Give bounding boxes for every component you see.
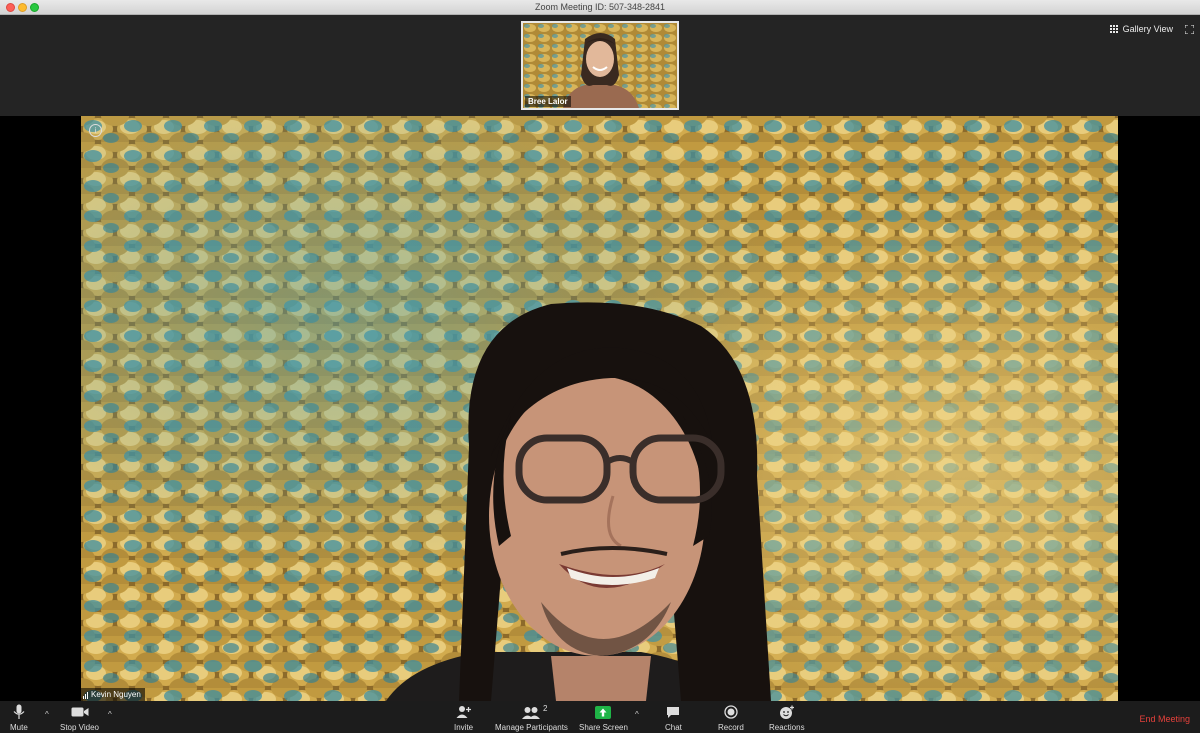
share-options-caret-icon[interactable]: ^ bbox=[635, 710, 639, 719]
speaker-name-tag: Kevin Nguyen bbox=[81, 688, 145, 701]
end-meeting-button[interactable]: End Meeting bbox=[1139, 714, 1190, 724]
record-label: Record bbox=[718, 723, 744, 732]
grid-icon bbox=[1109, 25, 1118, 33]
window-titlebar: Zoom Meeting ID: 507-348-2841 bbox=[0, 0, 1200, 15]
window-title: Zoom Meeting ID: 507-348-2841 bbox=[534, 2, 666, 12]
mute-button[interactable]: Mute bbox=[10, 704, 28, 732]
invite-button[interactable]: Invite bbox=[454, 704, 473, 732]
gallery-view-label: Gallery View bbox=[1122, 24, 1173, 34]
signal-strength-icon bbox=[83, 692, 88, 699]
chat-label: Chat bbox=[665, 723, 682, 732]
microphone-icon bbox=[13, 704, 25, 720]
video-camera-icon bbox=[71, 704, 89, 720]
stop-video-button[interactable]: Stop Video bbox=[60, 704, 99, 732]
fullscreen-icon[interactable] bbox=[1185, 25, 1194, 34]
participant-thumbnail[interactable]: Bree Lalor bbox=[521, 21, 679, 110]
manage-participants-label: Manage Participants bbox=[495, 723, 568, 732]
meeting-toolbar: Mute ^ Stop Video ^ Invite Manage Partic… bbox=[0, 701, 1200, 733]
speaker-video-frame bbox=[81, 116, 1118, 701]
video-options-caret-icon[interactable]: ^ bbox=[108, 710, 112, 719]
active-speaker-video[interactable]: i Kevin Nguyen bbox=[81, 116, 1118, 701]
gallery-view-button[interactable]: Gallery View bbox=[1109, 24, 1173, 34]
smiley-plus-icon bbox=[779, 704, 795, 720]
reactions-label: Reactions bbox=[769, 723, 805, 732]
invite-label: Invite bbox=[454, 723, 474, 732]
record-button[interactable]: Record bbox=[718, 704, 744, 732]
participants-icon bbox=[522, 704, 541, 720]
thumbnail-name-label: Bree Lalor bbox=[525, 96, 571, 107]
stop-video-label: Stop Video bbox=[60, 723, 99, 732]
chat-button[interactable]: Chat bbox=[665, 704, 682, 732]
info-icon[interactable]: i bbox=[89, 124, 102, 137]
mute-label: Mute bbox=[10, 723, 28, 732]
top-strip: Bree Lalor Gallery View bbox=[0, 15, 1200, 116]
chat-bubble-icon bbox=[666, 704, 680, 720]
share-screen-label: Share Screen bbox=[579, 723, 628, 732]
reactions-button[interactable]: Reactions bbox=[769, 704, 805, 732]
share-screen-button[interactable]: Share Screen bbox=[579, 704, 628, 732]
record-icon bbox=[724, 704, 738, 720]
main-video-area: i Kevin Nguyen bbox=[0, 116, 1200, 701]
audio-options-caret-icon[interactable]: ^ bbox=[45, 710, 49, 719]
manage-participants-button[interactable]: Manage Participants bbox=[495, 704, 568, 732]
share-screen-icon bbox=[595, 704, 612, 720]
participants-count: 2 bbox=[543, 704, 548, 713]
add-person-icon bbox=[456, 704, 472, 720]
speaker-name: Kevin Nguyen bbox=[91, 690, 141, 699]
